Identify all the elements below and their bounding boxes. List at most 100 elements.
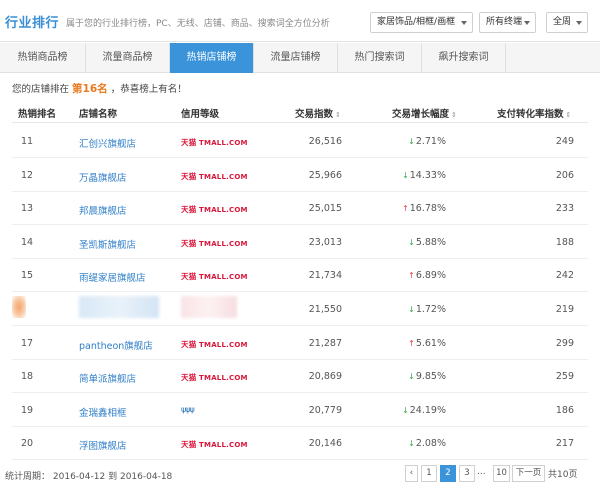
growth-value: 24.19% <box>409 404 446 416</box>
pager-ellipsis: ... <box>477 467 486 477</box>
page-button-10[interactable]: 10 <box>493 465 510 482</box>
conversion-cell: 249 <box>555 136 574 147</box>
tmall-logo-cn: 天猫 <box>181 272 197 282</box>
tmall-logo-en: TMALL.COM <box>199 273 248 282</box>
growth-cell: ↓2.08% <box>390 438 446 449</box>
tmall-logo-en: TMALL.COM <box>199 206 248 215</box>
shop-name-link[interactable]: 万晶旗舰店 <box>79 170 127 184</box>
notice-suffix: ，恭喜榜上有名！ <box>110 84 187 95</box>
trade-index-cell: 20,869 <box>308 371 342 383</box>
col-trade-index-header[interactable]: 交易指数 ⇕ <box>295 106 341 120</box>
conversion-cell: 217 <box>555 438 574 450</box>
crown-icon: ψψψ <box>181 404 195 414</box>
tmall-logo-cn: 天猫 <box>181 339 197 349</box>
growth-value: 16.78% <box>409 203 446 215</box>
shop-name-link[interactable]: 金瑞鑫相框 <box>79 405 127 419</box>
table-row: 12 万晶旗舰店 天猫 TMALL.COM 25,966 ↓14.33% 206 <box>12 158 588 192</box>
page-subtitle: 属于您的行业排行榜，PC、无线、店铺、商品、搜索词全方位分析 <box>66 19 330 29</box>
growth-cell: ↑16.78% <box>390 203 446 214</box>
tmall-logo-cn: 天猫 <box>181 440 197 450</box>
col-rank-header: 热销排名 <box>18 109 57 120</box>
shop-name-link[interactable]: 简单派旗舰店 <box>79 371 136 385</box>
trade-index-cell: 20,779 <box>308 404 342 416</box>
terminal-select-value: 所有终端 <box>486 17 523 27</box>
growth-cell: ↓2.71% <box>390 136 446 147</box>
shop-name-link[interactable]: 雨缇家居旗舰店 <box>79 270 146 284</box>
arrow-up-icon: ↑ <box>408 338 415 348</box>
growth-value: 2.08% <box>415 438 446 450</box>
trade-index-cell: 21,734 <box>308 270 342 282</box>
prev-page-button[interactable]: ‹ <box>405 465 418 482</box>
sort-icon: ⇕ <box>451 111 457 119</box>
tab-hot-keywords[interactable]: 热门搜索词 <box>338 43 422 73</box>
trade-index-cell: 26,516 <box>308 136 342 147</box>
terminal-select[interactable]: 所有终端 <box>479 12 536 33</box>
table-header: 热销排名 店铺名称 信用等级 交易指数 ⇕ 交易增长幅度 ⇕ 支付转化率指数 ⇕ <box>12 101 588 123</box>
tab-hot-shops[interactable]: 热销店铺榜 <box>170 43 254 73</box>
sort-icon: ⇕ <box>335 111 341 119</box>
tab-traffic-shops[interactable]: 流量店铺榜 <box>254 43 338 73</box>
tmall-logo: 天猫 TMALL.COM <box>181 238 248 249</box>
period-select[interactable]: 全周 <box>546 12 588 33</box>
shop-name-link[interactable]: 邦晨旗舰店 <box>79 203 127 217</box>
col-conversion-label: 支付转化率指数 <box>497 109 564 120</box>
tmall-logo: 天猫 TMALL.COM <box>181 271 248 282</box>
period-select-value: 全周 <box>553 17 572 27</box>
arrow-down-icon: ↓ <box>408 439 415 449</box>
rank-cell: 15 <box>21 270 34 282</box>
arrow-down-icon: ↓ <box>408 237 415 247</box>
shop-name-link[interactable]: pantheon旗舰店 <box>79 338 153 352</box>
tmall-logo-cn: 天猫 <box>181 138 197 147</box>
shop-name-link[interactable]: 圣凯斯旗舰店 <box>79 237 136 251</box>
col-growth-header[interactable]: 交易增长幅度 ⇕ <box>392 106 457 120</box>
pagination: ‹ 1 2 3 ... 10 下一页 共10页 <box>0 465 600 482</box>
col-shop-header: 店铺名称 <box>79 109 118 120</box>
tmall-logo: 天猫 TMALL.COM <box>181 372 248 383</box>
rank-cell: 14 <box>21 236 34 248</box>
page-title: 行业排行 <box>5 16 60 31</box>
arrow-up-icon: ↑ <box>402 204 409 214</box>
arrow-down-icon: ↓ <box>408 372 415 382</box>
shop-name-link[interactable]: 浮图旗舰店 <box>79 438 127 452</box>
trade-index-cell: 25,966 <box>308 169 342 181</box>
trade-index-cell: 25,015 <box>308 203 342 215</box>
rank-cell: 20 <box>21 438 34 450</box>
tmall-logo: 天猫 TMALL.COM <box>181 171 248 182</box>
category-select[interactable]: 家居饰品/相框/画框 <box>370 12 473 33</box>
table-row: 15 雨缇家居旗舰店 天猫 TMALL.COM 21,734 ↑6.89% 242 <box>12 258 588 293</box>
rank-cell: 18 <box>21 371 34 383</box>
tab-rising-keywords[interactable]: 飙升搜索词 <box>422 43 506 73</box>
chevron-down-icon <box>576 21 582 25</box>
page-button-3[interactable]: 3 <box>459 465 475 482</box>
table-row: 11 汇创兴旗舰店 天猫 TMALL.COM 26,516 ↓2.71% 249 <box>12 124 588 158</box>
shop-rank-notice: 您的店铺排在 第16名 ，恭喜榜上有名！ <box>12 81 187 96</box>
sort-icon: ⇕ <box>565 111 572 119</box>
chevron-down-icon <box>461 21 467 25</box>
ranking-tabs: 热销商品榜 流量商品榜 热销店铺榜 流量店铺榜 热门搜索词 飙升搜索词 <box>0 43 600 73</box>
page-button-2[interactable]: 2 <box>440 465 456 482</box>
table-row: 17 pantheon旗舰店 天猫 TMALL.COM 21,287 ↑5.61% 299 <box>12 326 588 360</box>
next-page-button[interactable]: 下一页 <box>512 465 545 482</box>
tmall-logo-en: TMALL.COM <box>199 139 248 147</box>
tmall-logo-en: TMALL.COM <box>199 374 248 383</box>
trade-index-cell: 23,013 <box>308 236 342 248</box>
table-row: 21,550 ↓1.72% 219 <box>12 292 588 326</box>
growth-value: 14.33% <box>409 169 446 181</box>
tmall-logo-en: TMALL.COM <box>199 340 248 349</box>
blurred-rank <box>12 296 26 318</box>
tmall-logo-cn: 天猫 <box>181 373 197 383</box>
table-row: 13 邦晨旗舰店 天猫 TMALL.COM 25,015 ↑16.78% 233 <box>12 191 588 226</box>
tmall-logo-cn: 天猫 <box>181 238 197 248</box>
col-conversion-header[interactable]: 支付转化率指数 ⇕ <box>497 106 571 120</box>
table-row: 14 圣凯斯旗舰店 天猫 TMALL.COM 23,013 ↓5.88% 188 <box>12 225 588 259</box>
arrow-down-icon: ↓ <box>408 305 415 314</box>
arrow-down-icon: ↓ <box>402 170 409 180</box>
conversion-cell: 299 <box>555 337 574 349</box>
conversion-cell: 219 <box>555 304 574 315</box>
tab-hot-products[interactable]: 热销商品榜 <box>0 43 86 73</box>
page-button-1[interactable]: 1 <box>421 465 437 482</box>
growth-cell: ↓14.33% <box>390 170 446 181</box>
tab-traffic-products[interactable]: 流量商品榜 <box>86 43 170 73</box>
shop-name-link[interactable]: 汇创兴旗舰店 <box>79 136 136 150</box>
conversion-cell: 186 <box>555 404 574 416</box>
